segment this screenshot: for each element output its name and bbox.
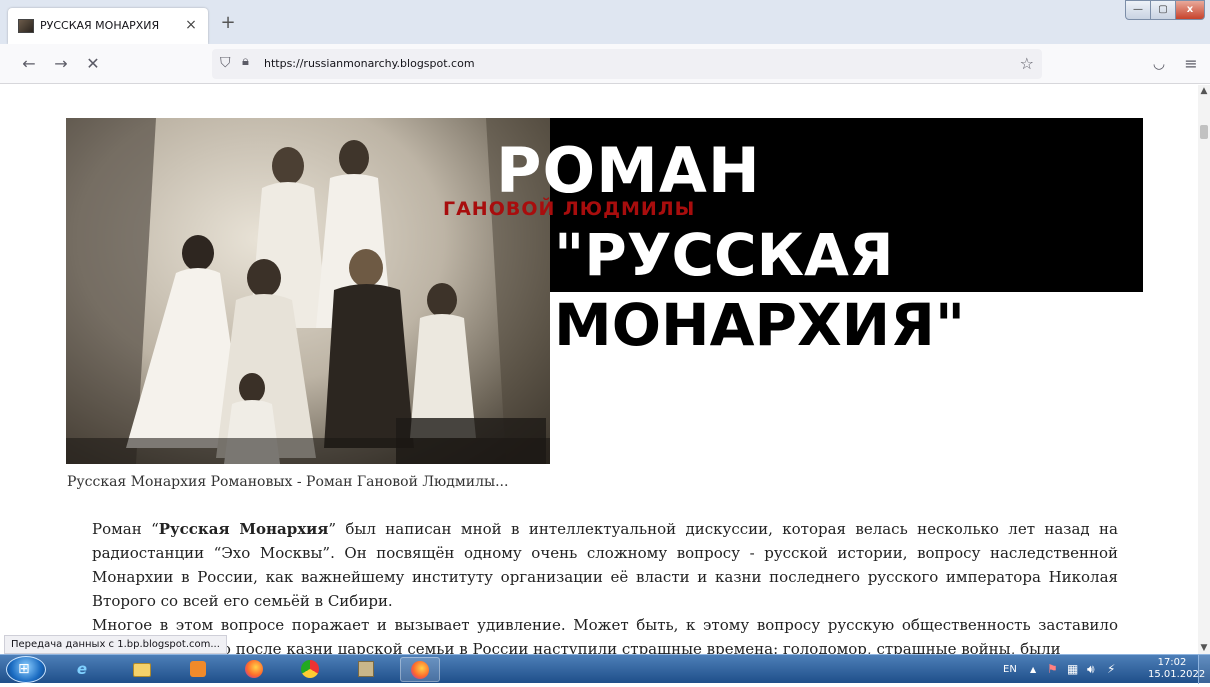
status-tooltip: Передача данных с 1.bp.blogspot.com... [4,635,227,654]
family-photo-illustration [66,118,550,464]
start-button[interactable]: ⊞ [6,656,46,683]
banner-title-roman: РОМАН [496,134,761,207]
firefox-active-icon[interactable] [400,657,440,682]
paragraph-text: Роман “ [92,520,159,538]
action-center-icon[interactable]: ⚑ [1047,655,1058,684]
bookmark-star-icon[interactable]: ☆ [1020,54,1034,73]
scroll-down-icon[interactable]: ▼ [1198,642,1210,654]
site-favicon-icon [18,19,34,33]
minimize-button[interactable]: — [1125,0,1151,20]
network-icon[interactable]: ▦ [1067,655,1078,684]
show-desktop-button[interactable] [1198,655,1210,684]
firefox-icon[interactable] [234,657,274,682]
tracking-shield-icon[interactable]: ⛉ [220,55,231,71]
app-menu-icon[interactable]: ≡ [1180,53,1202,75]
lock-icon[interactable]: 🔒︎ [242,54,249,69]
url-text[interactable]: https://russianmonarchy.blogspot.com [264,57,475,70]
tab-close-icon[interactable]: × [182,16,200,34]
page-scrollbar[interactable]: ▲ ▼ [1198,85,1210,654]
media-player-icon[interactable] [178,657,218,682]
header-banner[interactable]: РОМАН ГАНОВОЙ ЛЮДМИЛЫ "РУССКАЯ МОНАРХИЯ" [66,118,1143,464]
forward-button[interactable]: → [50,53,72,75]
maximize-button[interactable]: ▢ [1150,0,1176,20]
power-icon[interactable]: ⚡ [1107,655,1115,684]
novel-title-bold: Русская Монархия [158,520,329,538]
article-paragraph-1: Роман “Русская Монархия” был написан мно… [92,517,1118,613]
language-indicator[interactable]: EN [1003,655,1017,684]
banner-author: ГАНОВОЙ ЛЮДМИЛЫ [443,198,696,220]
windows-taskbar: ⊞ e EN ▲ ⚑ ▦ 🔊︎ ⚡ 17:02 15.01.2022 [0,654,1210,684]
tab-title: РУССКАЯ МОНАРХИЯ [40,19,160,32]
new-tab-button[interactable]: + [218,14,238,34]
ie-icon[interactable]: e [62,657,102,682]
back-button[interactable]: ← [18,53,40,75]
banner-title-monarchy: МОНАРХИЯ" [554,291,966,359]
clock-date: 15.01.2022 [1148,669,1206,680]
navigation-bar: ← → ✕ ⛉ 🔒︎ https://russianmonarchy.blogs… [0,44,1210,84]
stop-button[interactable]: ✕ [82,53,104,75]
tray-expand-icon[interactable]: ▲ [1030,655,1036,684]
clock-time: 17:02 [1157,657,1187,668]
article-paragraph-2: Многое в этом вопросе поражает и вызывае… [92,616,1118,654]
scrollbar-thumb[interactable] [1200,125,1208,139]
tab-strip: РУССКАЯ МОНАРХИЯ × + — ▢ x [0,0,1210,44]
close-window-button[interactable]: x [1175,0,1205,20]
windows-logo-icon: ⊞ [18,661,30,677]
active-tab[interactable]: РУССКАЯ МОНАРХИЯ × [8,8,208,44]
explorer-icon[interactable] [122,657,162,682]
page-viewport: РОМАН ГАНОВОЙ ЛЮДМИЛЫ "РУССКАЯ МОНАРХИЯ"… [0,85,1198,654]
article-body: Роман “Русская Монархия” был написан мно… [92,517,1118,654]
clock[interactable]: 17:02 15.01.2022 [1148,657,1206,681]
scroll-up-icon[interactable]: ▲ [1198,85,1210,97]
blog-description: Русская Монархия Романовых - Роман Ганов… [67,474,509,490]
volume-icon[interactable]: 🔊︎ [1087,655,1095,684]
pocket-icon[interactable]: ◡ [1148,53,1170,75]
chrome-icon[interactable] [290,657,330,682]
url-bar[interactable]: ⛉ 🔒︎ https://russianmonarchy.blogspot.co… [212,49,1042,79]
romanov-family-photo [66,118,550,464]
banner-title-russkaya: "РУССКАЯ [554,221,894,289]
tool-icon[interactable] [346,657,386,682]
